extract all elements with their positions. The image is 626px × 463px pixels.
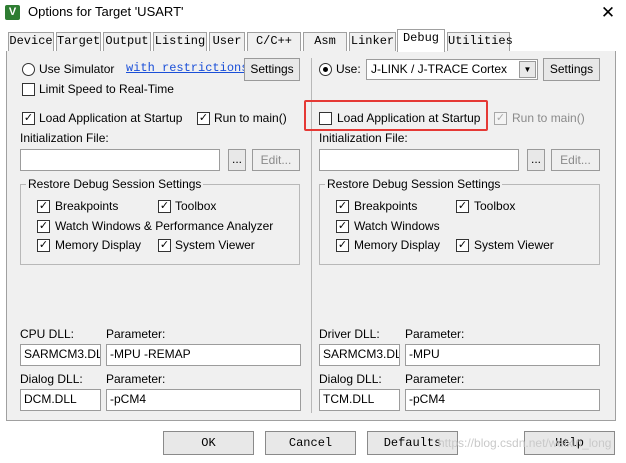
restrictions-link[interactable]: with restrictions	[126, 61, 248, 75]
right-breakpoints-checkbox[interactable]: ✓	[336, 200, 349, 213]
tab-target[interactable]: Target	[56, 32, 101, 51]
left-edit-button[interactable]: Edit...	[252, 149, 300, 171]
use-debugger-label: Use:	[336, 62, 361, 76]
right-browse-button[interactable]: ...	[527, 149, 545, 171]
left-run-to-main-checkbox[interactable]: ✓	[197, 112, 210, 125]
left-dialog-dll-label: Dialog DLL:	[20, 372, 83, 386]
right-watch-windows-checkbox[interactable]: ✓	[336, 220, 349, 233]
app-icon: V	[5, 5, 20, 20]
left-dialog-param-input[interactable]: -pCM4	[106, 389, 301, 411]
driver-param-input[interactable]: -MPU	[405, 344, 600, 366]
tab-c-cpp[interactable]: C/C++	[247, 32, 301, 51]
cpu-param-input[interactable]: -MPU -REMAP	[106, 344, 301, 366]
right-dialog-dll-input[interactable]: TCM.DLL	[319, 389, 400, 411]
cpu-dll-label: CPU DLL:	[20, 327, 75, 341]
driver-param-label: Parameter:	[405, 327, 465, 341]
debugger-select[interactable]: J-LINK / J-TRACE Cortex	[366, 59, 538, 80]
highlight-box	[304, 100, 488, 131]
right-edit-button[interactable]: Edit...	[551, 149, 600, 171]
left-watch-windows-label: Watch Windows & Performance Analyzer	[55, 219, 274, 233]
right-memory-display-checkbox[interactable]: ✓	[336, 239, 349, 252]
tab-utilities[interactable]: Utilities	[447, 32, 513, 51]
right-toolbox-checkbox[interactable]: ✓	[456, 200, 469, 213]
tab-linker[interactable]: Linker	[349, 32, 396, 51]
tab-debug[interactable]: Debug	[397, 29, 445, 52]
tab-device[interactable]: Device	[8, 32, 54, 51]
right-dialog-param-input[interactable]: -pCM4	[405, 389, 600, 411]
driver-dll-input[interactable]: SARMCM3.DLL	[319, 344, 400, 366]
left-run-to-main-label: Run to main()	[214, 111, 287, 125]
cancel-button[interactable]: Cancel	[265, 431, 356, 455]
tab-output[interactable]: Output	[103, 32, 151, 51]
right-toolbox-label: Toolbox	[474, 199, 516, 213]
left-toolbox-label: Toolbox	[175, 199, 217, 213]
use-simulator-radio[interactable]	[22, 63, 35, 76]
right-init-file-label: Initialization File:	[319, 131, 408, 145]
right-breakpoints-label: Breakpoints	[354, 199, 418, 213]
use-debugger-radio[interactable]	[319, 63, 332, 76]
right-dialog-dll-label: Dialog DLL:	[319, 372, 382, 386]
right-run-to-main-checkbox[interactable]: ✓	[494, 112, 507, 125]
chevron-down-icon[interactable]: ▼	[519, 61, 536, 78]
driver-dll-label: Driver DLL:	[319, 327, 380, 341]
simulator-settings-button[interactable]: Settings	[244, 58, 300, 81]
left-dialog-param-label: Parameter:	[106, 372, 166, 386]
left-dialog-dll-input[interactable]: DCM.DLL	[20, 389, 101, 411]
debugger-select-value: J-LINK / J-TRACE Cortex	[371, 62, 508, 76]
cpu-dll-input[interactable]: SARMCM3.DLL	[20, 344, 101, 366]
left-toolbox-checkbox[interactable]: ✓	[158, 200, 171, 213]
tab-user[interactable]: User	[209, 32, 245, 51]
left-memory-display-label: Memory Display	[55, 238, 142, 252]
right-init-file-input[interactable]	[319, 149, 519, 171]
tab-asm[interactable]: Asm	[303, 32, 347, 51]
left-breakpoints-label: Breakpoints	[55, 199, 119, 213]
use-simulator-label: Use Simulator	[39, 62, 115, 76]
close-icon[interactable]: ✕	[590, 0, 626, 26]
left-load-app-checkbox[interactable]: ✓	[22, 112, 35, 125]
right-restore-group-title: Restore Debug Session Settings	[325, 177, 503, 191]
left-system-viewer-label: System Viewer	[175, 238, 255, 252]
left-restore-group-title: Restore Debug Session Settings	[26, 177, 204, 191]
right-watch-windows-label: Watch Windows	[354, 219, 440, 233]
limit-speed-checkbox[interactable]	[22, 83, 35, 96]
left-browse-button[interactable]: ...	[228, 149, 246, 171]
limit-speed-label: Limit Speed to Real-Time	[39, 82, 174, 96]
right-system-viewer-label: System Viewer	[474, 238, 554, 252]
left-load-app-label: Load Application at Startup	[39, 111, 183, 125]
tab-listing[interactable]: Listing	[153, 32, 207, 51]
left-init-file-label: Initialization File:	[20, 131, 109, 145]
right-system-viewer-checkbox[interactable]: ✓	[456, 239, 469, 252]
right-memory-display-label: Memory Display	[354, 238, 441, 252]
window-title: Options for Target 'USART'	[28, 4, 184, 19]
right-run-to-main-label: Run to main()	[512, 111, 585, 125]
debugger-settings-button[interactable]: Settings	[543, 58, 600, 81]
left-memory-display-checkbox[interactable]: ✓	[37, 239, 50, 252]
left-breakpoints-checkbox[interactable]: ✓	[37, 200, 50, 213]
left-watch-windows-checkbox[interactable]: ✓	[37, 220, 50, 233]
ok-button[interactable]: OK	[163, 431, 254, 455]
watermark: https://blog.csdn.net/weixin_long	[438, 436, 612, 450]
right-dialog-param-label: Parameter:	[405, 372, 465, 386]
left-init-file-input[interactable]	[20, 149, 220, 171]
left-system-viewer-checkbox[interactable]: ✓	[158, 239, 171, 252]
cpu-param-label: Parameter:	[106, 327, 166, 341]
